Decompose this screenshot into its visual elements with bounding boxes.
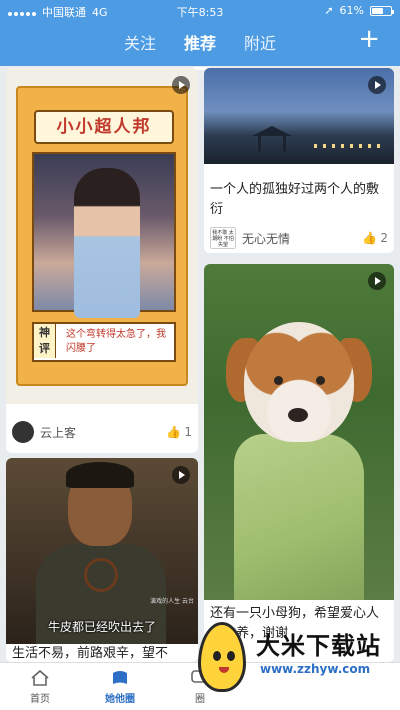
dog-nose — [288, 408, 308, 422]
poster-board: 小小超人邦 这个弯转得太急了，我闪腰了 神评 — [16, 86, 188, 386]
feed-card-movie[interactable]: 演戏的人生 云台 牛皮都已经吹出去了 生活不易，前路艰辛，望不 — [6, 458, 198, 662]
side-caption: 演戏的人生 云台 — [150, 598, 194, 605]
watermark: 大米下载站 www.zzhyw.com — [190, 616, 400, 710]
nav-home[interactable]: 首页 — [0, 663, 80, 710]
status-right: ➚ 61% — [324, 4, 394, 17]
top-header: 中国联通 4G 下午8:53 ➚ 61% 关注 推荐 附近 + — [0, 0, 400, 66]
like-button[interactable]: 👍 1 — [166, 425, 192, 439]
pavilion-silhouette — [252, 126, 292, 152]
watermark-url: www.zzhyw.com — [260, 662, 371, 676]
tab-recommend[interactable]: 推荐 — [180, 30, 220, 62]
nav-circle[interactable]: 她他圈 — [80, 663, 160, 710]
poster-banner: 小小超人邦 — [34, 110, 174, 144]
necklace — [84, 558, 118, 592]
card-image — [204, 68, 394, 164]
man-hair — [66, 462, 134, 488]
poster-photo — [32, 152, 176, 318]
feed-card-puppy[interactable]: 还有一只小母狗，希望爱心人士收养，谢谢 — [204, 264, 394, 662]
avatar[interactable]: 我不敢 太期盼 不怕失望 — [210, 227, 236, 249]
author-name[interactable]: 云上客 — [40, 424, 76, 441]
feed-card-pavilion[interactable]: 一个人的孤独好过两个人的敷衍 我不敢 太期盼 不怕失望 无心无情 👍 2 — [204, 68, 394, 253]
girl-figure — [74, 168, 140, 318]
video-subtitle: 牛皮都已经吹出去了 — [47, 620, 156, 634]
dog-eye-right — [316, 376, 325, 385]
watermark-name: 大米下载站 — [256, 632, 381, 660]
poster-tag: 神评 — [34, 324, 56, 358]
battery-fill — [372, 7, 383, 14]
plus-icon[interactable]: + — [358, 26, 380, 52]
card-title[interactable]: 一个人的孤独好过两个人的敷衍 — [210, 180, 388, 220]
dog-head — [244, 322, 354, 442]
nav-label: 首页 — [30, 694, 50, 705]
play-icon[interactable] — [172, 76, 190, 94]
like-count: 1 — [184, 425, 192, 439]
like-count: 2 — [380, 231, 388, 245]
thumbs-up-icon: 👍 — [362, 231, 378, 245]
circle-icon — [113, 671, 127, 684]
battery-percent: 61% — [339, 4, 364, 17]
feed[interactable]: 小小超人邦 这个弯转得太急了，我闪腰了 神评 云上客 👍 1 一个人的孤独好过两… — [0, 66, 400, 662]
card-image: 演戏的人生 云台 牛皮都已经吹出去了 — [6, 458, 198, 644]
tab-follow[interactable]: 关注 — [120, 30, 160, 62]
play-icon[interactable] — [368, 272, 386, 290]
play-icon[interactable] — [172, 466, 190, 484]
nav-label: 她他圈 — [105, 694, 135, 705]
mascot-logo — [198, 622, 246, 692]
battery-icon — [370, 5, 394, 16]
location-icon: ➚ — [324, 4, 334, 17]
card-image — [204, 264, 394, 600]
author-name[interactable]: 无心无情 — [242, 230, 290, 247]
card-image: 小小超人邦 这个弯转得太急了，我闪腰了 神评 — [6, 68, 198, 404]
card-meta: 我不敢 太期盼 不怕失望 无心无情 👍 2 — [210, 226, 388, 250]
home-icon — [31, 669, 49, 686]
dog-eye-left — [274, 376, 283, 385]
status-bar: 中国联通 4G 下午8:53 ➚ 61% — [0, 0, 400, 22]
avatar[interactable] — [12, 421, 34, 443]
city-lights — [314, 144, 384, 148]
like-button[interactable]: 👍 2 — [362, 231, 388, 245]
card-meta: 云上客 👍 1 — [12, 420, 192, 444]
card-title[interactable]: 生活不易，前路艰辛，望不 — [12, 644, 192, 662]
feed-tabs: 关注 推荐 附近 — [0, 30, 400, 62]
tab-nearby[interactable]: 附近 — [240, 30, 280, 62]
feed-card-meme[interactable]: 小小超人邦 这个弯转得太急了，我闪腰了 神评 云上客 👍 1 — [6, 68, 198, 453]
thumbs-up-icon: 👍 — [166, 425, 182, 439]
play-icon[interactable] — [368, 76, 386, 94]
cloth — [234, 434, 364, 600]
